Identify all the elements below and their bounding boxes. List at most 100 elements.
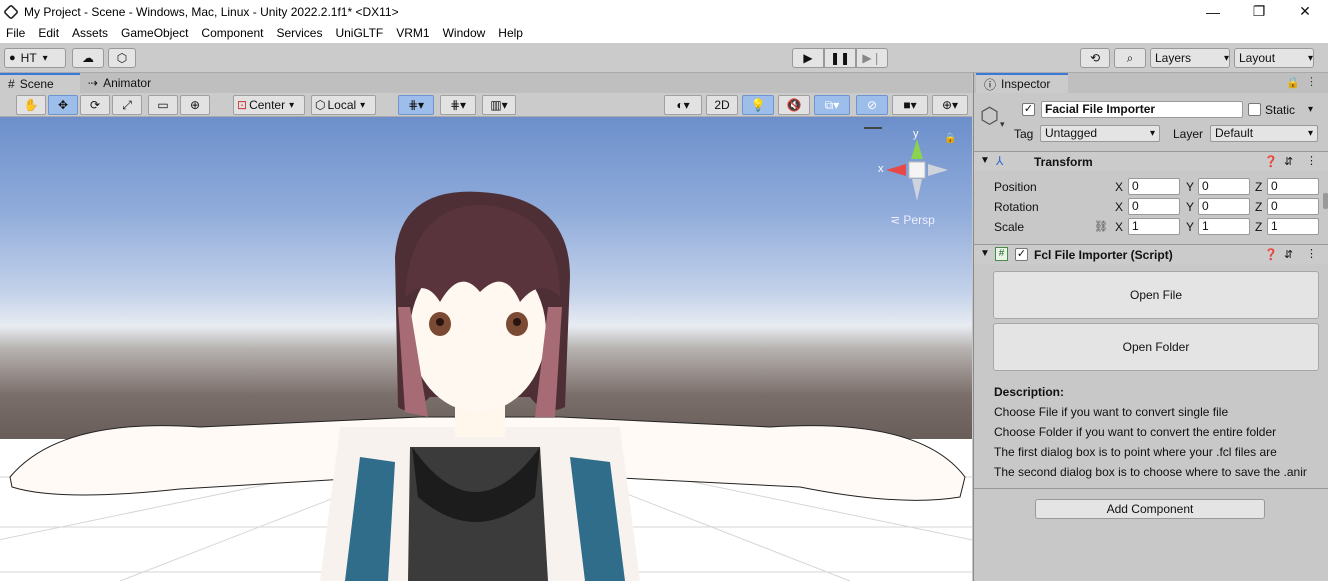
transform-tool-button[interactable]: ⊕	[180, 95, 210, 115]
add-component-button[interactable]: Add Component	[1035, 499, 1265, 519]
rotation-y-field[interactable]: 0	[1198, 198, 1250, 215]
pivot-dropdown[interactable]: ⊡ Center ▾	[233, 95, 305, 115]
object-name-field[interactable]: Facial File Importer	[1041, 101, 1243, 118]
scale-x-label[interactable]: X	[1115, 220, 1123, 234]
pivot-icon: ⊡	[237, 98, 248, 112]
more-options-icon[interactable]: ⋮	[1306, 247, 1317, 260]
tab-animator[interactable]: ⇢ Animator	[80, 73, 170, 93]
rotation-y-label[interactable]: Y	[1186, 200, 1194, 214]
menu-edit[interactable]: Edit	[32, 26, 66, 40]
static-dropdown-icon[interactable]: ▾	[1308, 104, 1313, 115]
rotation-x-label[interactable]: X	[1115, 200, 1123, 214]
minimize-button[interactable]: —	[1190, 0, 1236, 23]
position-z-field[interactable]: 0	[1267, 178, 1319, 195]
script-title: Fcl File Importer (Script)	[1034, 248, 1173, 262]
static-checkbox[interactable]	[1248, 103, 1261, 116]
gameobject-cube-icon: ⬡	[980, 103, 1000, 128]
scale-y-label[interactable]: Y	[1186, 220, 1194, 234]
scrollbar-thumb[interactable]	[1323, 193, 1328, 209]
menu-vrm1[interactable]: VRM1	[390, 26, 436, 40]
collapse-icon[interactable]: ▼	[980, 248, 990, 259]
help-icon[interactable]: ❓	[1264, 248, 1278, 261]
gizmos-button[interactable]: ⊕▾	[932, 95, 968, 115]
open-folder-button[interactable]: Open Folder	[993, 323, 1319, 371]
tag-label: Tag	[1014, 127, 1034, 141]
ruler-button[interactable]: ▥▾	[482, 95, 516, 115]
menu-component[interactable]: Component	[195, 26, 270, 40]
more-options-icon[interactable]: ⋮	[1306, 75, 1317, 88]
position-z-label[interactable]: Z	[1255, 180, 1262, 194]
preset-icon[interactable]: ⇵	[1284, 248, 1293, 261]
tag-dropdown[interactable]: Untagged	[1040, 125, 1160, 142]
menu-gameobject[interactable]: GameObject	[115, 26, 195, 40]
play-button[interactable]: ▶	[792, 48, 824, 68]
pause-button[interactable]: ❚❚	[824, 48, 856, 68]
description-line: Choose Folder if you want to convert the…	[994, 425, 1277, 439]
position-y-label[interactable]: Y	[1186, 180, 1194, 194]
visibility-toggle[interactable]: ⊘	[856, 95, 888, 115]
lock-icon[interactable]: 🔒	[1286, 76, 1300, 89]
history-button[interactable]: ⟲	[1080, 48, 1110, 68]
script-enabled-checkbox[interactable]: ✓	[1015, 248, 1028, 261]
move-tool-button[interactable]: ✥	[48, 95, 78, 115]
hand-tool-button[interactable]: ✋	[16, 95, 46, 115]
cloud-button[interactable]: ☁	[72, 48, 104, 68]
scene-viewport[interactable]: 🔒 y x ⋜ Persp	[0, 117, 972, 581]
close-button[interactable]: ✕	[1282, 0, 1328, 23]
animator-icon: ⇢	[88, 76, 99, 90]
shading-mode-button[interactable]: ◐▾	[664, 95, 702, 115]
rotation-z-label[interactable]: Z	[1255, 200, 1262, 214]
script-component-header[interactable]: ▼ # ✓ Fcl File Importer (Script) ❓ ⇵ ⋮	[974, 244, 1328, 264]
scale-y-field[interactable]: 1	[1198, 218, 1250, 235]
chevron-down-icon[interactable]: ▾	[1000, 119, 1005, 130]
grid-snap-button[interactable]: ⋕▾	[398, 95, 434, 115]
mode-2d-button[interactable]: 2D	[706, 95, 738, 115]
rotation-z-field[interactable]: 0	[1267, 198, 1319, 215]
maximize-button[interactable]: ❐	[1236, 0, 1282, 23]
step-button[interactable]: ▶❘	[856, 48, 888, 68]
menu-assets[interactable]: Assets	[66, 26, 115, 40]
scale-x-field[interactable]: 1	[1128, 218, 1180, 235]
rotate-tool-button[interactable]: ⟳	[80, 95, 110, 115]
more-options-icon[interactable]: ⋮	[1306, 154, 1317, 167]
layer-dropdown[interactable]: Default	[1210, 125, 1318, 142]
position-y-field[interactable]: 0	[1198, 178, 1250, 195]
tab-inspector[interactable]: ⓘ Inspector	[976, 73, 1068, 93]
position-x-field[interactable]: 0	[1128, 178, 1180, 195]
constrain-proportions-icon[interactable]: ⛓	[1094, 220, 1108, 233]
scene-orientation-gizmo[interactable]	[878, 127, 958, 217]
menu-services[interactable]: Services	[270, 26, 329, 40]
position-x-label[interactable]: X	[1115, 180, 1123, 194]
collapse-icon[interactable]: ▼	[980, 155, 990, 166]
description-line: The second dialog box is to choose where…	[994, 465, 1307, 479]
effects-toggle[interactable]: ⧉▾	[814, 95, 850, 115]
scale-z-field[interactable]: 1	[1267, 218, 1319, 235]
preset-icon[interactable]: ⇵	[1284, 155, 1293, 168]
active-checkbox[interactable]: ✓	[1022, 103, 1035, 116]
space-label: Local	[327, 98, 357, 112]
scale-z-label[interactable]: Z	[1255, 220, 1262, 234]
scale-tool-button[interactable]: ⤢	[112, 95, 142, 115]
projection-toggle[interactable]: ⋜ Persp	[890, 213, 935, 227]
rotation-x-field[interactable]: 0	[1128, 198, 1180, 215]
menu-file[interactable]: File	[0, 26, 32, 40]
transform-header[interactable]: ▼ ⅄ Transform ❓ ⇵ ⋮	[974, 151, 1328, 171]
audio-toggle[interactable]: 🔇	[778, 95, 810, 115]
open-file-button[interactable]: Open File	[993, 271, 1319, 319]
help-icon[interactable]: ❓	[1264, 155, 1278, 168]
increment-snap-button[interactable]: ⋕▾	[440, 95, 476, 115]
layers-dropdown[interactable]: Layers	[1150, 48, 1230, 68]
account-dropdown[interactable]: ● HT	[4, 48, 66, 68]
space-dropdown[interactable]: ⬡ Local ▾	[311, 95, 376, 115]
rect-tool-button[interactable]: ▭	[148, 95, 178, 115]
collab-button[interactable]: ⬡	[108, 48, 136, 68]
search-button[interactable]: ⌕	[1114, 48, 1146, 68]
menu-window[interactable]: Window	[437, 26, 493, 40]
camera-button[interactable]: ■▾	[892, 95, 928, 115]
tab-scene[interactable]: # Scene	[0, 73, 80, 93]
lighting-toggle[interactable]: 💡	[742, 95, 774, 115]
layout-dropdown[interactable]: Layout	[1234, 48, 1314, 68]
history-icon: ⟲	[1089, 51, 1101, 65]
menu-unigltf[interactable]: UniGLTF	[329, 26, 390, 40]
menu-help[interactable]: Help	[492, 26, 530, 40]
